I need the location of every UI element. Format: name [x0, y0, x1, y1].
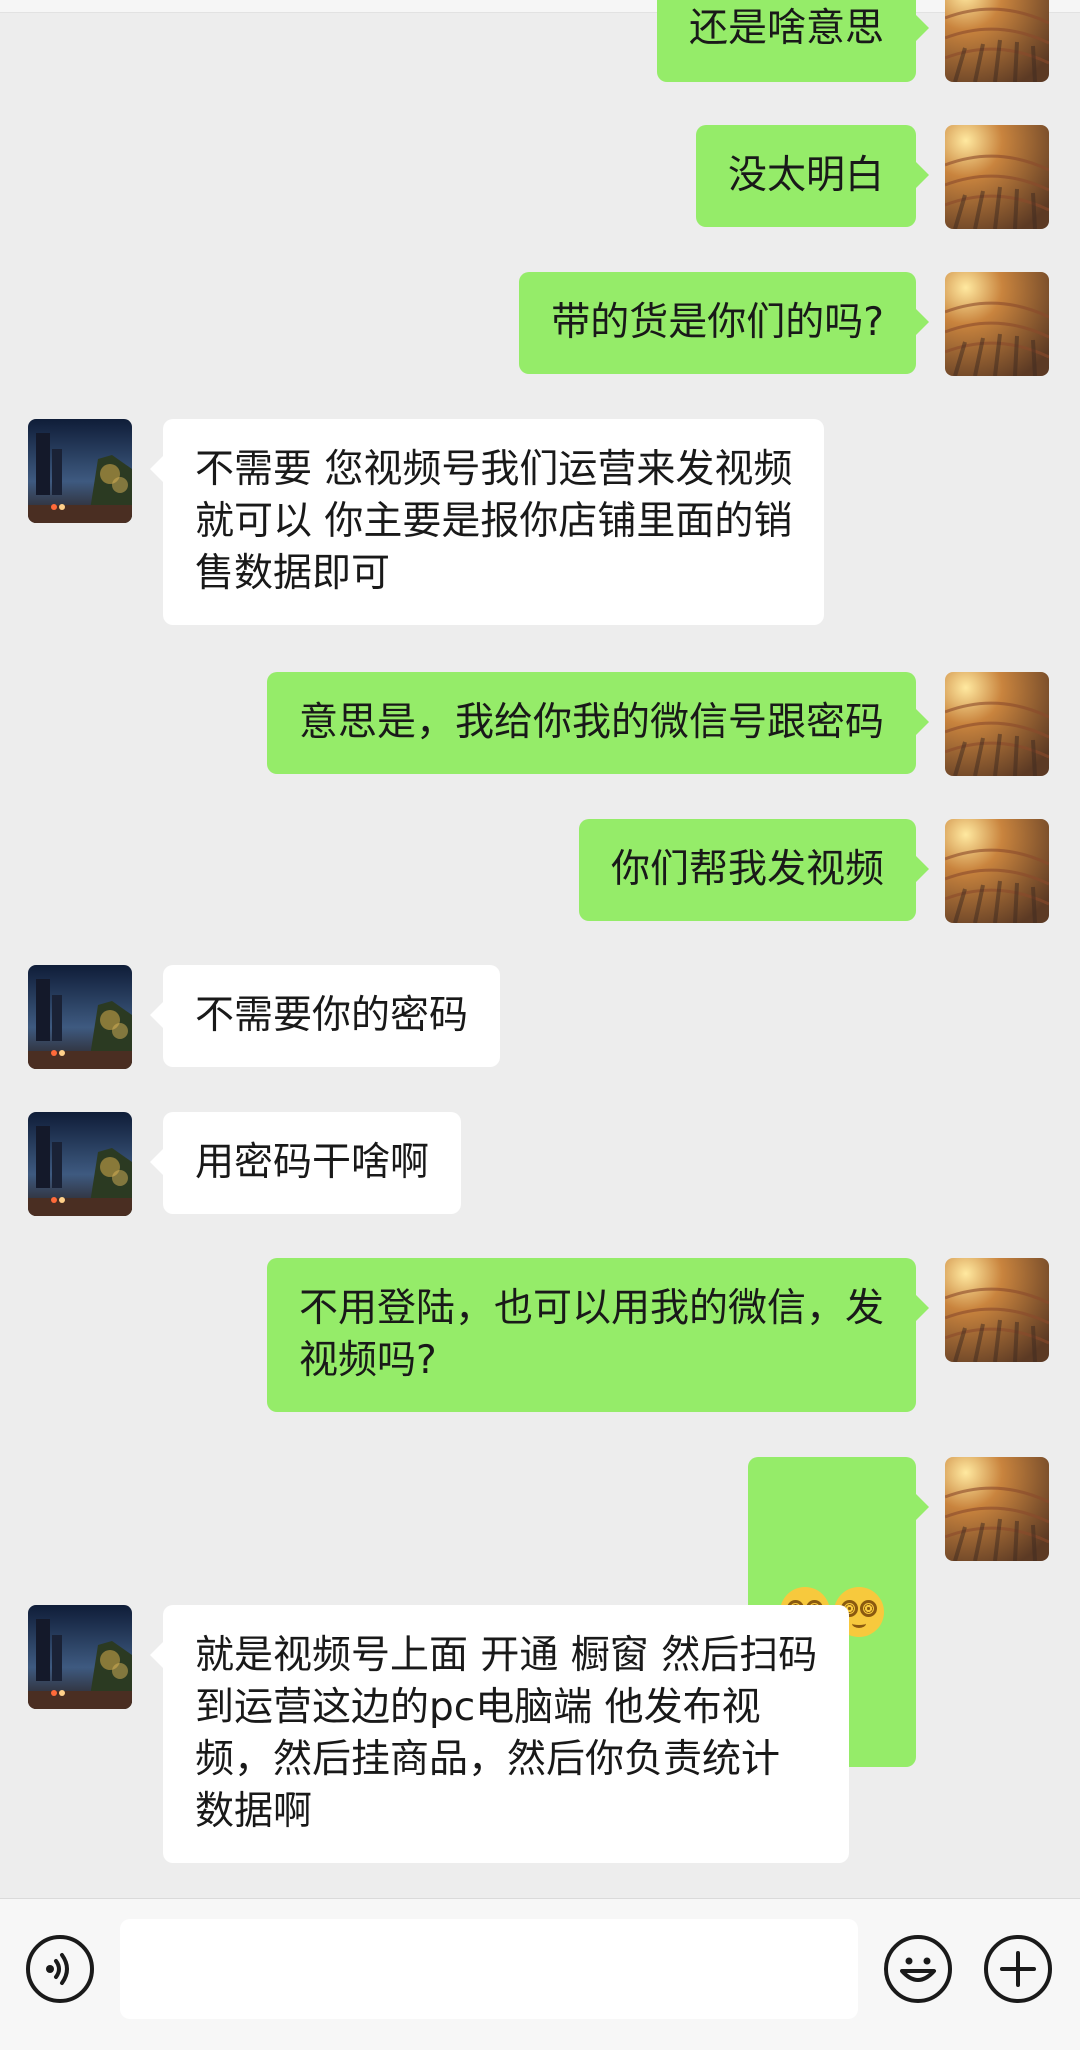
message-bubble[interactable]: 意思是，我给你我的微信号跟密码: [266, 672, 930, 774]
contact-avatar[interactable]: [28, 419, 132, 523]
my-avatar[interactable]: [945, 1457, 1049, 1561]
message-bubble[interactable]: 你们帮我发视频: [578, 819, 930, 921]
avatar-mosaic-image: [945, 1457, 1049, 1561]
my-avatar[interactable]: [945, 1258, 1049, 1362]
message-bubble[interactable]: 不用登陆，也可以用我的微信，发 视频吗?: [266, 1258, 930, 1412]
avatar-mosaic-image: [945, 0, 1049, 82]
my-avatar[interactable]: [945, 672, 1049, 776]
contact-avatar[interactable]: [28, 965, 132, 1069]
more-button[interactable]: [984, 1935, 1052, 2003]
voice-icon: [46, 1953, 69, 1985]
avatar-night-city-image: [28, 965, 132, 1069]
my-avatar[interactable]: [945, 819, 1049, 923]
message-bubble[interactable]: 用密码干啥啊: [149, 1112, 462, 1214]
avatar-night-city-image: [28, 1605, 132, 1709]
contact-avatar[interactable]: [28, 1605, 132, 1709]
avatar-mosaic-image: [945, 125, 1049, 229]
avatar-mosaic-image: [945, 819, 1049, 923]
avatar-night-city-image: [28, 1112, 132, 1216]
plus-icon: [1000, 1951, 1036, 1987]
avatar-night-city-image: [28, 419, 132, 523]
avatar-mosaic-image: [945, 1258, 1049, 1362]
top-edge: [0, 0, 1080, 13]
message-bubble[interactable]: 不需要你的密码: [149, 965, 501, 1067]
avatar-mosaic-image: [945, 672, 1049, 776]
smiley-icon: [900, 1957, 936, 1982]
message-bubble[interactable]: 带的货是你们的吗?: [519, 272, 929, 374]
message-input[interactable]: [120, 1919, 858, 2019]
input-toolbar: [0, 1898, 1080, 2050]
voice-button[interactable]: [26, 1935, 94, 2003]
emoji-button[interactable]: [884, 1935, 952, 2003]
message-bubble[interactable]: 没太明白: [695, 125, 930, 227]
avatar-mosaic-image: [945, 272, 1049, 376]
message-bubble[interactable]: 还是啥意思: [656, 0, 930, 82]
contact-avatar[interactable]: [28, 1112, 132, 1216]
my-avatar[interactable]: [945, 0, 1049, 82]
my-avatar[interactable]: [945, 272, 1049, 376]
my-avatar[interactable]: [945, 125, 1049, 229]
message-bubble[interactable]: 不需要 您视频号我们运营来发视频 就可以 你主要是报你店铺里面的销 售数据即可: [149, 419, 825, 625]
message-bubble[interactable]: 就是视频号上面 开通 橱窗 然后扫码 到运营这边的pc电脑端 他发布视 频，然后…: [149, 1605, 850, 1863]
